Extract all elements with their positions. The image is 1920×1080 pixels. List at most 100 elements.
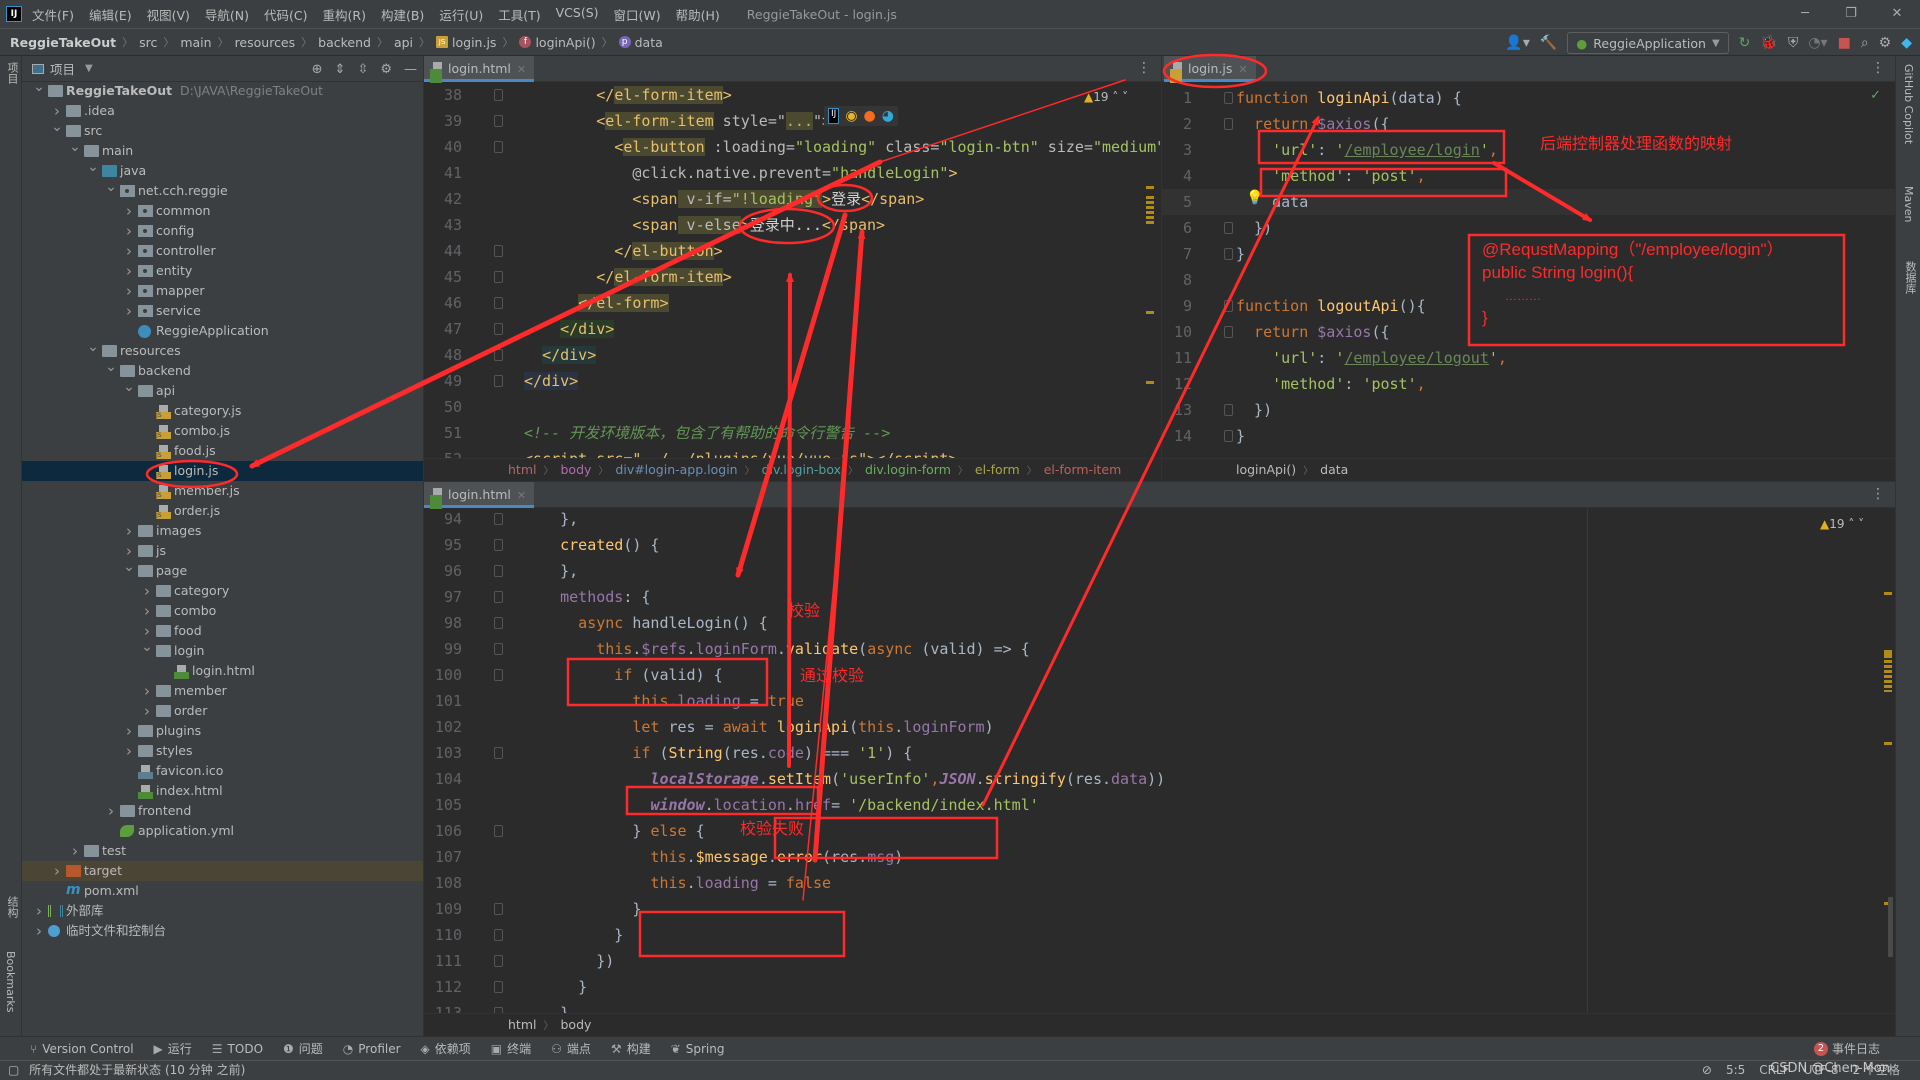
fold-marker-icon[interactable] [494, 513, 503, 525]
fold-marker-icon[interactable] [1224, 404, 1233, 416]
code-line[interactable]: 106 } else { [424, 818, 1895, 844]
code-line[interactable]: 40 <el-button :loading="loading" class="… [424, 134, 1161, 160]
chevron-right-icon[interactable]: › [33, 901, 45, 921]
tree-item-page[interactable]: ⌄ page [22, 559, 423, 581]
code-line[interactable]: 10 return $axios({ [1162, 319, 1895, 345]
bookmarks-tool-button[interactable]: Bookmarks [4, 951, 17, 1012]
breadcrumb-item[interactable]: loginApi() [535, 35, 595, 50]
tree-item-food-js[interactable]: JS food.js [22, 441, 423, 461]
tab-login-html[interactable]: login.html ✕ [424, 56, 535, 83]
fold-marker-icon[interactable] [494, 89, 503, 101]
tree-item-login-html[interactable]: login.html [22, 661, 423, 681]
code-line[interactable]: 95 created() { [424, 532, 1895, 558]
fold-marker-icon[interactable] [1224, 326, 1233, 338]
tree-item-api[interactable]: ⌄ api [22, 379, 423, 401]
code-line[interactable]: 112 } [424, 974, 1895, 1000]
tree-item-reggietakeout[interactable]: ⌄ ReggieTakeOut D:\JAVA\ReggieTakeOut [22, 79, 423, 101]
chevron-down-icon[interactable]: ⌄ [123, 377, 135, 397]
code-line[interactable]: 49 </div> [424, 368, 1161, 394]
project-panel-title[interactable]: 项目 [50, 59, 75, 78]
database-tool-button[interactable]: 数据库 [1902, 261, 1918, 294]
breadcrumb-item[interactable]: login.js [452, 35, 496, 50]
chevron-right-icon[interactable]: › [123, 301, 135, 321]
fold-marker-icon[interactable] [494, 375, 503, 387]
tree-item-member-js[interactable]: JS member.js [22, 481, 423, 501]
fold-marker-icon[interactable] [494, 747, 503, 759]
code-line[interactable]: 45 </el-form-item> [424, 264, 1161, 290]
code-line[interactable]: 110 } [424, 922, 1895, 948]
menu-item[interactable]: 导航(N) [205, 5, 249, 24]
more-icon[interactable]: ⋮ [1871, 60, 1885, 76]
code-line[interactable]: 11 'url': '/employee/logout', [1162, 345, 1895, 371]
breadcrumb-item[interactable]: body [560, 462, 591, 477]
code-line[interactable]: 97 methods: { [424, 584, 1895, 610]
close-tab-icon[interactable]: ✕ [517, 489, 526, 502]
breadcrumb-item[interactable]: html [508, 462, 536, 477]
rerun-icon[interactable]: ↻ [1739, 35, 1751, 51]
code-area[interactable]: 38 </el-form-item> 39 <el-form-item style… [424, 82, 1161, 468]
menu-item[interactable]: 运行(U) [439, 5, 483, 24]
fold-marker-icon[interactable] [494, 591, 503, 603]
tree-item-controller[interactable]: › controller [22, 241, 423, 261]
chevron-right-icon[interactable]: › [123, 741, 135, 761]
fold-marker-icon[interactable] [494, 565, 503, 577]
restore-button[interactable]: ❐ [1828, 0, 1874, 28]
chevron-right-icon[interactable]: › [123, 221, 135, 241]
chevron-right-icon[interactable]: › [141, 681, 153, 701]
search-icon[interactable]: ⌕ [1861, 35, 1869, 51]
maven-tool-button[interactable]: Maven [1902, 186, 1915, 222]
gear-icon[interactable]: ⚙ [1879, 35, 1892, 51]
status-toggle-icon[interactable]: ▢ [8, 1063, 19, 1077]
code-line[interactable]: 4 'method': 'post', [1162, 163, 1895, 189]
toolbox-icon[interactable]: ◆ [1901, 35, 1912, 51]
power-save-icon[interactable]: ⊘ [1702, 1061, 1712, 1080]
code-line[interactable]: 48 </div> [424, 342, 1161, 368]
tree-item-backend[interactable]: ⌄ backend [22, 359, 423, 381]
breadcrumb-item[interactable]: data [1320, 462, 1348, 477]
tree-item-category-js[interactable]: JS category.js [22, 401, 423, 421]
tree-item-member[interactable]: › member [22, 681, 423, 701]
tree-item-food[interactable]: › food [22, 621, 423, 641]
fold-marker-icon[interactable] [494, 245, 503, 257]
tree-item-config[interactable]: › config [22, 221, 423, 241]
code-line[interactable]: 2 return $axios({ [1162, 111, 1895, 137]
chevron-down-icon[interactable]: ▼ [85, 63, 93, 74]
code-line[interactable]: 107 this.$message.error(res.msg) [424, 844, 1895, 870]
fold-marker-icon[interactable] [494, 141, 503, 153]
minimize-button[interactable]: ─ [1782, 0, 1828, 28]
fold-marker-icon[interactable] [494, 903, 503, 915]
tree-item-plugins[interactable]: › plugins [22, 721, 423, 741]
code-area[interactable]: 94 }, 95 created() {96 }, 97 methods: {98 … [424, 506, 1895, 1022]
menu-item[interactable]: 重构(R) [323, 5, 366, 24]
code-line[interactable]: 98 async handleLogin() { [424, 610, 1895, 636]
menu-item[interactable]: VCS(S) [556, 5, 599, 24]
debug-icon[interactable]: 🐞 [1760, 35, 1777, 51]
collapse-all-icon[interactable]: ⇳ [357, 62, 368, 77]
build-hammer-icon[interactable]: 🔨 [1540, 35, 1557, 51]
tree-item[interactable]: › 临时文件和控制台 [22, 921, 423, 941]
tree-item-login[interactable]: ⌄ login [22, 639, 423, 661]
fold-marker-icon[interactable] [494, 539, 503, 551]
code-line[interactable]: 104 localStorage.setItem('userInfo',JSON… [424, 766, 1895, 792]
tree-item-entity[interactable]: › entity [22, 261, 423, 281]
expand-all-icon[interactable]: ⇕ [335, 62, 346, 77]
tool-window-button[interactable]: ▣ 终端 [491, 1040, 531, 1057]
menu-item[interactable]: 文件(F) [32, 5, 74, 24]
chevron-right-icon[interactable]: › [51, 861, 63, 881]
code-line[interactable]: 50 [424, 394, 1161, 420]
code-area[interactable]: 1 function loginApi(data) {2 return $axio… [1162, 85, 1895, 458]
more-icon[interactable]: ⋮ [1137, 60, 1151, 76]
menu-item[interactable]: 代码(C) [264, 5, 307, 24]
breadcrumb-item[interactable]: main [180, 35, 211, 50]
coverage-icon[interactable]: ⛨ [1788, 35, 1799, 51]
breadcrumb-item[interactable]: resources [235, 35, 296, 50]
chevron-right-icon[interactable]: › [33, 921, 45, 941]
code-line[interactable]: 5 data [1162, 189, 1895, 215]
tree-item[interactable]: › 外部库 [22, 901, 423, 921]
fold-marker-icon[interactable] [1224, 118, 1233, 130]
tree-item-common[interactable]: › common [22, 201, 423, 221]
code-line[interactable]: 8 [1162, 267, 1895, 293]
more-icon[interactable]: ⋮ [1871, 486, 1885, 502]
fold-marker-icon[interactable] [494, 669, 503, 681]
breadcrumb-item[interactable]: backend [318, 35, 371, 50]
